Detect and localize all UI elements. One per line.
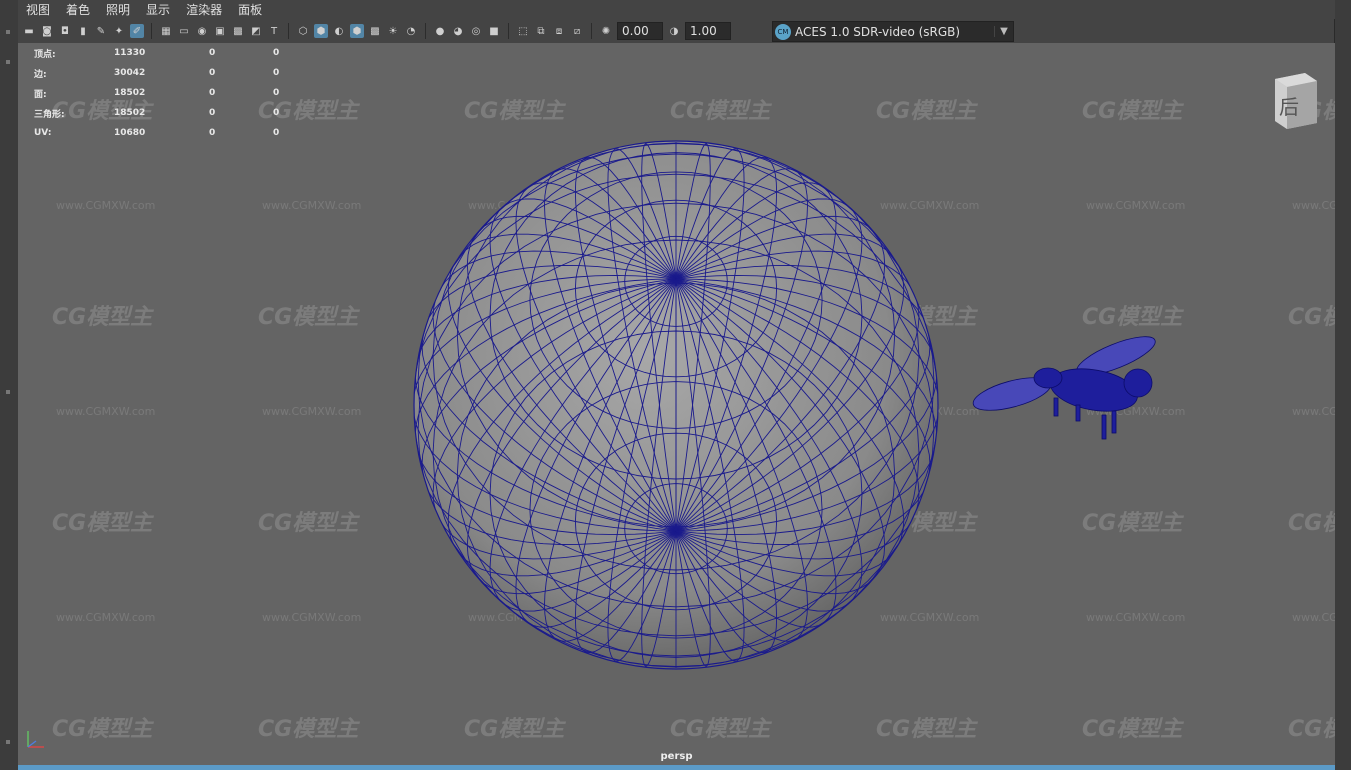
right-panel-strip xyxy=(1334,0,1351,770)
hud-selected-count-2: 0 xyxy=(273,128,280,138)
gamma-icon[interactable]: ◑ xyxy=(667,24,681,38)
hud-value: 18502 xyxy=(114,88,146,98)
view-cube[interactable]: 后 xyxy=(1269,71,1317,129)
safe-action-icon[interactable]: ◩ xyxy=(249,24,263,38)
exposure-icon[interactable]: ✺ xyxy=(599,24,613,38)
xray-icon[interactable]: ⧉ xyxy=(534,24,548,38)
menu-renderer[interactable]: 渲染器 xyxy=(178,1,230,18)
scene-canvas[interactable] xyxy=(18,43,1335,765)
hud-selected-count: 0 xyxy=(209,48,216,58)
fly-mesh[interactable] xyxy=(970,329,1159,440)
bookmark-icon[interactable]: ◘ xyxy=(58,24,72,38)
hud-selected-count-2: 0 xyxy=(273,68,280,78)
isolate-select-icon[interactable]: ⬚ xyxy=(516,24,530,38)
ambient-occlusion-icon[interactable]: ● xyxy=(433,24,447,38)
wireframe-icon[interactable]: ⬡ xyxy=(296,24,310,38)
gate-mask-icon[interactable]: ▣ xyxy=(213,24,227,38)
hud-selected-count-2: 0 xyxy=(273,108,280,118)
hud-selected-count: 0 xyxy=(209,128,216,138)
textured-icon[interactable]: ▩ xyxy=(368,24,382,38)
poly-count-hud: 顶点: 11330 0 0 边: 30042 0 0 面: 18502 0 0 三角形: 18502 0 0 U… xyxy=(34,43,337,143)
hud-selected-count: 0 xyxy=(209,108,216,118)
active-panel-indicator xyxy=(18,765,1335,770)
panel-menubar: 视图 着色 照明 显示 渲染器 面板 xyxy=(18,0,1335,19)
xray-components-icon[interactable]: ⧄ xyxy=(570,24,584,38)
hud-label: 三角形: xyxy=(34,109,65,120)
motion-blur-icon[interactable]: ◕ xyxy=(451,24,465,38)
2d-pan-zoom-icon[interactable]: ✎ xyxy=(94,24,108,38)
depth-of-field-icon[interactable]: ■ xyxy=(487,24,501,38)
hud-label: 边: xyxy=(34,69,47,80)
hud-row: 面: 18502 0 0 xyxy=(34,83,337,103)
hud-value: 10680 xyxy=(114,128,146,138)
camera-name-label: persp xyxy=(660,751,693,762)
film-gate-icon[interactable]: ▭ xyxy=(177,24,191,38)
pen-tool-icon[interactable]: ✐ xyxy=(130,24,144,38)
wireframe-on-shaded-icon[interactable]: ⬢ xyxy=(350,24,364,38)
hud-value: 11330 xyxy=(114,48,146,58)
3d-viewport[interactable]: CG模型主 www.CGMXW.com CG模型主 www.CGMXW.com CG模型… xyxy=(18,43,1335,765)
hud-label: 面: xyxy=(34,89,47,100)
hud-selected-count-2: 0 xyxy=(273,88,280,98)
smooth-shade-icon[interactable]: ⬢ xyxy=(314,24,328,38)
menu-panels[interactable]: 面板 xyxy=(230,1,270,18)
camera-attributes-icon[interactable]: ◙ xyxy=(40,24,54,38)
hud-label: UV: xyxy=(34,128,52,138)
hud-value: 30042 xyxy=(114,68,146,78)
menu-view[interactable]: 视图 xyxy=(18,1,58,18)
image-plane-icon[interactable]: ▮ xyxy=(76,24,90,38)
menu-shading[interactable]: 着色 xyxy=(58,1,98,18)
hud-selected-count: 0 xyxy=(209,68,216,78)
hud-row: 顶点: 11330 0 0 xyxy=(34,43,337,63)
multisample-icon[interactable]: ◎ xyxy=(469,24,483,38)
axis-gizmo-icon xyxy=(27,731,44,748)
gamma-field[interactable]: 1.00 xyxy=(685,22,731,40)
field-chart-icon[interactable]: ▩ xyxy=(231,24,245,38)
menu-lighting[interactable]: 照明 xyxy=(98,1,138,18)
hud-row: 边: 30042 0 0 xyxy=(34,63,337,83)
hud-label: 顶点: xyxy=(34,49,56,60)
grease-pencil-icon[interactable]: ✦ xyxy=(112,24,126,38)
hud-row: 三角形: 18502 0 0 xyxy=(34,103,337,123)
resolution-gate-icon[interactable]: ◉ xyxy=(195,24,209,38)
color-space-dropdown[interactable]: CM ACES 1.0 SDR-video (sRGB) ▼ xyxy=(772,21,1014,42)
color-space-value: ACES 1.0 SDR-video (sRGB) xyxy=(795,24,961,39)
view-cube-face-label[interactable]: 后 xyxy=(1279,91,1299,120)
use-all-lights-icon[interactable]: ☀ xyxy=(386,24,400,38)
default-material-icon[interactable]: ◐ xyxy=(332,24,346,38)
safe-title-icon[interactable]: T xyxy=(267,24,281,38)
grid-icon[interactable]: ▦ xyxy=(159,24,173,38)
exposure-field[interactable]: 0.00 xyxy=(617,22,663,40)
shadows-icon[interactable]: ◔ xyxy=(404,24,418,38)
hud-selected-count-2: 0 xyxy=(273,48,280,58)
chevron-down-icon[interactable]: ▼ xyxy=(994,26,1013,37)
select-camera-icon[interactable]: ▬ xyxy=(22,24,36,38)
hud-row: UV: 10680 0 0 xyxy=(34,123,337,143)
hud-value: 18502 xyxy=(114,108,146,118)
xray-joints-icon[interactable]: ⧈ xyxy=(552,24,566,38)
hud-selected-count: 0 xyxy=(209,88,216,98)
color-management-icon[interactable]: CM xyxy=(775,23,791,40)
left-tool-strip xyxy=(0,0,19,770)
menu-show[interactable]: 显示 xyxy=(138,1,178,18)
